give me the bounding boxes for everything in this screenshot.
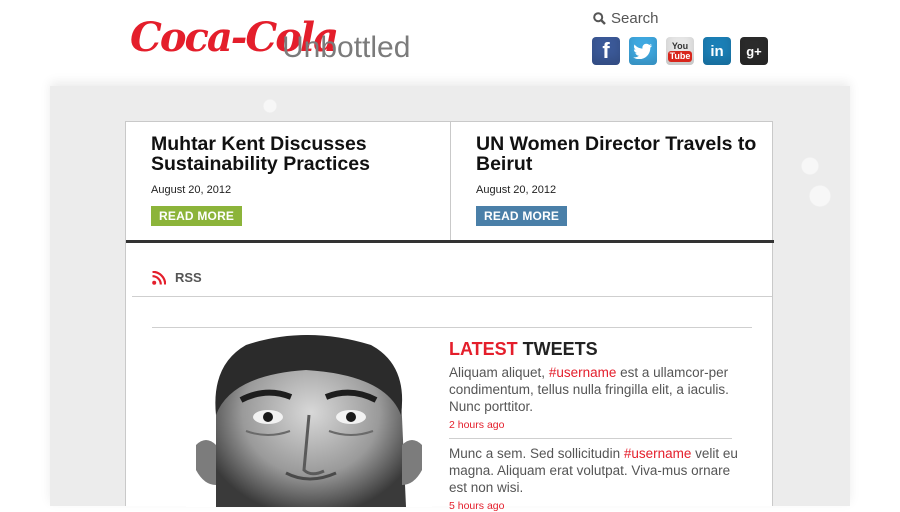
portrait-photo	[186, 335, 432, 507]
story-item: Muhtar Kent Discusses Sustainability Pra…	[126, 122, 450, 240]
facebook-glyph: f	[602, 38, 610, 63]
latest-tweets: LATEST TWEETS Aliquam aliquet, #username…	[449, 338, 739, 512]
story-date: August 20, 2012	[151, 184, 232, 196]
youtube-icon[interactable]: You Tube	[666, 37, 694, 65]
google-plus-icon[interactable]: g+	[740, 37, 768, 65]
featured-stories: Muhtar Kent Discusses Sustainability Pra…	[126, 122, 774, 240]
portrait-image	[186, 335, 432, 507]
google-plus-glyph: g+	[746, 43, 762, 59]
read-more-button[interactable]: READ MORE	[476, 206, 568, 226]
tweet-text: Aliquam aliquet, #username est a ullamco…	[449, 364, 739, 415]
tweet-body: Munc a sem. Sed sollicitudin	[449, 446, 624, 461]
section-divider	[126, 240, 774, 243]
tweets-heading: LATEST TWEETS	[449, 338, 739, 360]
site-header: Coca-Cola Unbottled Search f You Tube in…	[0, 0, 900, 86]
youtube-tube: Tube	[667, 50, 693, 62]
facebook-icon[interactable]: f	[592, 37, 620, 65]
content-card: Muhtar Kent Discusses Sustainability Pra…	[125, 121, 774, 512]
rss-link[interactable]: RSS	[152, 270, 202, 285]
tweet-time[interactable]: 5 hours ago	[449, 500, 739, 512]
story-title[interactable]: UN Women Director Travels to Beirut	[476, 134, 774, 174]
search-link[interactable]: Search	[593, 10, 659, 27]
read-more-button[interactable]: READ MORE	[151, 206, 243, 226]
search-icon	[593, 12, 606, 25]
story-item: UN Women Director Travels to Beirut Augu…	[450, 122, 774, 240]
tweet-text: Munc a sem. Sed sollicitudin #username v…	[449, 445, 739, 496]
tweet-body: Aliquam aliquet,	[449, 365, 549, 380]
tweet-username-link[interactable]: #username	[624, 446, 692, 461]
tweet-username-link[interactable]: #username	[549, 365, 617, 380]
search-label: Search	[611, 10, 659, 27]
tweets-heading-accent: LATEST	[449, 339, 518, 359]
rss-divider	[132, 296, 772, 297]
story-date: August 20, 2012	[476, 184, 557, 196]
linkedin-icon[interactable]: in	[703, 37, 731, 65]
linkedin-glyph: in	[710, 42, 724, 60]
social-links: f You Tube in g+	[592, 37, 777, 65]
rss-label: RSS	[175, 270, 202, 285]
twitter-bird-icon	[633, 43, 652, 59]
tweet-divider	[449, 438, 732, 439]
youtube-you: You	[671, 40, 689, 51]
story-title[interactable]: Muhtar Kent Discusses Sustainability Pra…	[151, 134, 450, 174]
tweets-heading-rest: TWEETS	[517, 339, 598, 359]
rss-icon	[152, 270, 166, 285]
tweet-time[interactable]: 2 hours ago	[449, 419, 739, 431]
twitter-icon[interactable]	[629, 37, 657, 65]
content-divider	[152, 327, 752, 328]
unbottled-title[interactable]: Unbottled	[282, 30, 410, 66]
